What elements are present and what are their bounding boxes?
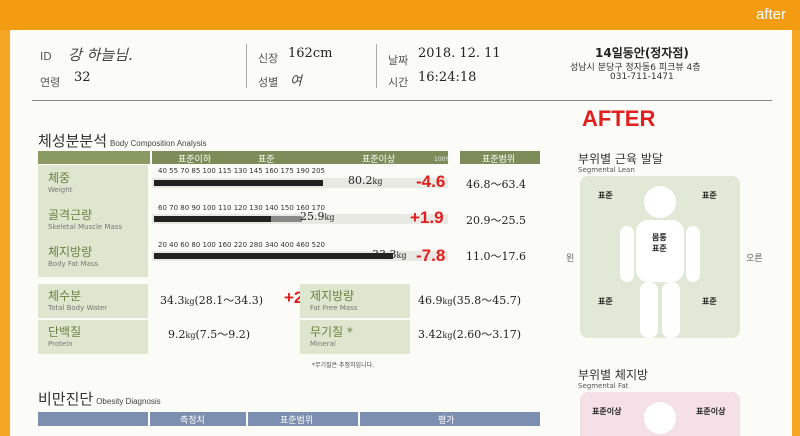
muscle-en: Skeletal Muscle Mass [48,223,123,231]
time-label: 시간 [388,76,409,89]
obesity-head-blank [38,412,148,426]
composition-title-en: Body Composition Analysis [110,139,207,148]
muscle-change: +1.9 [410,208,444,227]
fat-seg-title: 부위별 체지방 [578,368,649,382]
weight-row-label: 체중 Weight [38,165,148,203]
date-label: 날짜 [388,54,409,67]
date-value: 2018. 12. 11 [418,46,501,61]
muscle-range: 20.9～25.5 [466,214,526,227]
id-value: 강 하늘님. [68,46,133,64]
mineral-value: 3.42kg(2.60～3.17) [418,328,522,341]
height-label: 신장 [258,52,279,65]
muscle-value: 25.9kg [300,210,335,223]
lean-title: 부위별 근육 발달 [578,152,663,166]
fat-seg-title-en: Segmental Fat [578,382,629,390]
after-heading: AFTER [582,106,656,131]
id-label: ID [40,50,52,63]
protein-value: 9.2kg(7.5～9.2) [168,328,251,341]
sex-label: 성별 [258,76,279,89]
fat-bar [154,253,393,259]
fat-en: Body Fat Mass [48,260,99,268]
lean-title-en: Segmental Lean [578,166,635,174]
band-range: 표준범위 [482,155,516,165]
height-value: 162cm [288,46,333,61]
band-over: 표준이상 [362,155,396,165]
band-pct: 100% [434,156,452,163]
fat-value: 33.3kg [372,248,407,261]
time-value: 16:24:18 [418,70,477,85]
weight-en: Weight [48,186,73,194]
age-value: 32 [74,70,91,85]
result-sheet: ID 강 하늘님. 연령 32 신장 162cm 성별 여 날짜 2018. 1… [10,30,792,436]
patient-header: ID 강 하늘님. 연령 32 신장 162cm 성별 여 날짜 2018. 1… [10,30,792,100]
obesity-col3: 평가 [438,416,455,426]
band-under: 표준이하 [178,155,212,165]
top-bar: after [0,0,800,30]
muscle-ko: 골격근량 [48,208,93,222]
fat-scale: 20 40 60 80 100 160 220 280 340 400 460 … [158,241,325,249]
fat-ko: 체지방량 [48,245,93,259]
weight-change: -4.6 [416,172,446,191]
obesity-title: 비만진단 Obesity Diagnosis [38,391,161,408]
left-side-label: 왼 [566,254,575,264]
weight-scale: 40 55 70 85 100 115 130 145 160 175 190 … [158,167,325,175]
after-tag: after [755,6,786,23]
age-label: 연령 [40,76,61,89]
protein-label: 단백질 Protein [38,320,148,354]
muscle-bar [154,216,271,222]
fat-row-label: 체지방량 Body Fat Mass [38,239,148,277]
weight-value: 80.2kg [348,174,383,187]
mineral-label: 무기질 * Mineral [300,320,410,354]
obesity-col1: 측정치 [180,416,205,426]
ffm-label: 제지방량 Fat Free Mass [300,284,410,318]
fat-body-figure [644,402,676,434]
clinic-name: 14일동안(정자점) [595,46,689,60]
mineral-footnote: *무기질은 추정치입니다. [312,362,375,369]
divider [376,44,377,88]
fat-range: 11.0～17.6 [466,250,526,263]
clinic-phone: 031-711-1471 [610,72,674,82]
right-side-label: 오른 [746,254,763,264]
composition-title: 체성분분석 Body Composition Analysis [38,130,207,151]
fat-change: -7.8 [416,246,446,265]
band-std: 표준 [258,155,275,165]
weight-ko: 체중 [48,171,71,185]
divider [246,44,247,88]
lean-body-figure [620,186,700,338]
weight-range: 46.8～63.4 [466,178,526,191]
band-blank [38,151,150,164]
sex-value: 여 [290,74,302,89]
water-label: 체수분 Total Body Water [38,284,148,318]
obesity-col2: 표준범위 [280,416,314,426]
header-rule [32,100,772,101]
water-value: 34.3kg(28.1～34.3) [160,294,264,307]
weight-bar [154,180,323,186]
composition-title-ko: 체성분분석 [38,133,108,150]
muscle-row-label: 골격근량 Skeletal Muscle Mass [38,202,148,240]
ffm-value: 46.9kg(35.8～45.7) [418,294,522,307]
